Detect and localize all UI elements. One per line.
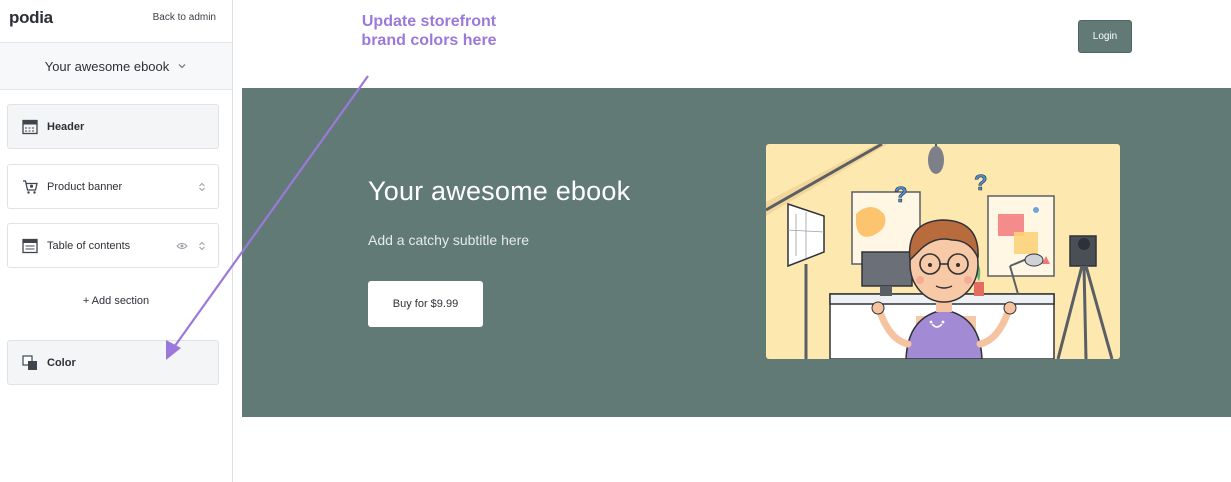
add-section-button[interactable]: + Add section <box>0 295 232 307</box>
annotation-callout: Update storefront brand colors here <box>361 13 497 49</box>
svg-text:?: ? <box>894 182 907 207</box>
hero-subtitle: Add a catchy subtitle here <box>368 232 530 248</box>
header-section-icon <box>22 119 38 134</box>
section-color[interactable]: Color <box>7 340 219 385</box>
back-to-admin-link[interactable]: Back to admin <box>153 12 216 23</box>
section-product-banner[interactable]: Product banner <box>7 164 219 209</box>
chevron-down-icon <box>178 64 186 69</box>
editor-sidebar: podia Back to admin Your awesome ebook H… <box>0 0 233 482</box>
hero-title: Your awesome ebook <box>368 176 631 206</box>
svg-text:?: ? <box>974 170 987 195</box>
section-label: Product banner <box>47 180 123 193</box>
section-label: Table of contents <box>47 239 131 252</box>
storefront-preview: Login Your awesome ebook Add a catchy su… <box>242 0 1231 482</box>
color-swatch-icon <box>22 354 37 370</box>
cart-icon <box>23 179 38 194</box>
site-selector[interactable]: Your awesome ebook <box>0 42 232 90</box>
reorder-icon[interactable] <box>198 241 206 251</box>
reorder-icon[interactable] <box>198 182 206 192</box>
product-banner: Your awesome ebook Add a catchy subtitle… <box>242 88 1231 417</box>
login-button[interactable]: Login <box>1078 20 1132 53</box>
list-section-icon <box>22 238 38 253</box>
hero-illustration: ? ? <box>766 144 1120 359</box>
section-header[interactable]: Header <box>7 104 219 149</box>
eye-icon[interactable] <box>176 242 188 250</box>
podia-logo: podia <box>9 8 53 27</box>
buy-button[interactable]: Buy for $9.99 <box>368 281 483 327</box>
site-selector-label: Your awesome ebook <box>44 58 170 74</box>
section-label: Color <box>47 356 76 369</box>
section-label: Header <box>47 120 85 133</box>
section-table-of-contents[interactable]: Table of contents <box>7 223 219 268</box>
